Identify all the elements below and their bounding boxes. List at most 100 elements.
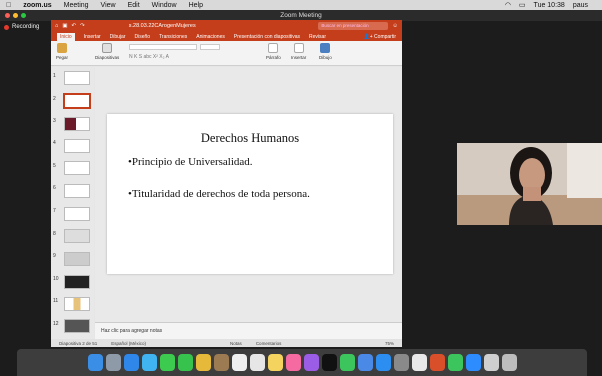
slide-thumbnail[interactable] [64, 319, 90, 333]
launchpad-icon[interactable] [105, 354, 121, 371]
calendar-icon[interactable] [231, 354, 247, 371]
menu-meeting[interactable]: Meeting [64, 2, 89, 9]
status-area: ◠ ▭ Tue 10:38 paus [505, 1, 596, 10]
share-button[interactable]: 👤+ Compartir [364, 34, 397, 40]
contacts-icon[interactable] [213, 354, 229, 371]
menu-window[interactable]: Window [152, 2, 177, 9]
participant-video-image [457, 143, 602, 225]
notes-app-icon[interactable] [267, 354, 283, 371]
battery-icon[interactable]: ▭ [519, 1, 526, 9]
search-input[interactable]: Buscar en presentación [318, 22, 389, 30]
photos-icon[interactable] [195, 354, 211, 371]
home-icon[interactable]: ⌂ [55, 23, 58, 29]
tab-transiciones[interactable]: Transiciones [159, 34, 187, 40]
paragraph-label: Párrafo [266, 55, 281, 60]
messages-icon[interactable] [159, 354, 175, 371]
font-name-field[interactable] [129, 44, 197, 50]
zoom-window-button[interactable] [21, 13, 26, 18]
recording-label: Recording [12, 24, 40, 30]
slide-title[interactable]: Derechos Humanos [107, 131, 393, 146]
slide-thumbnail[interactable] [64, 117, 90, 131]
zoom-icon[interactable] [465, 354, 481, 371]
safari-icon[interactable] [123, 354, 139, 371]
thumb-number: 2 [53, 96, 56, 102]
ppt-statusbar: Diapositiva 2 de 51 Español (México) Not… [51, 339, 402, 347]
language-indicator[interactable]: Español (México) [111, 341, 146, 346]
macos-dock [17, 349, 587, 376]
thumb-number: 5 [53, 163, 56, 169]
font-size-field[interactable] [200, 44, 220, 50]
music-icon[interactable] [285, 354, 301, 371]
tab-insertar[interactable]: Insertar [84, 34, 101, 40]
app-store-icon[interactable] [375, 354, 391, 371]
powerpoint-icon[interactable] [429, 354, 445, 371]
paste-label: Pegar [56, 55, 69, 60]
slides-button[interactable]: Diapositivas [95, 43, 119, 60]
spotify-icon[interactable] [447, 354, 463, 371]
menubar-user[interactable]: paus [573, 2, 588, 9]
ribbon-toolbar: Pegar Diapositivas N K S abc X² X₂ A Pár… [51, 41, 402, 66]
notes-button[interactable]: Notas [230, 341, 242, 346]
draw-label: Dibujo [319, 55, 332, 60]
tab-dibujar[interactable]: Dibujar [110, 34, 126, 40]
tab-inicio[interactable]: Inicio [57, 32, 75, 41]
apple-icon[interactable]:  [6, 2, 11, 9]
reminders-icon[interactable] [249, 354, 265, 371]
slide-thumbnail-panel: 1 2 3 4 5 6 7 8 9 10 11 12 [51, 67, 94, 339]
menu-help[interactable]: Help [189, 2, 203, 9]
redo-icon[interactable]: ↷ [80, 23, 85, 29]
minimize-window-button[interactable] [13, 13, 18, 18]
trash-icon[interactable] [501, 354, 517, 371]
tab-revisar[interactable]: Revisar [309, 34, 326, 40]
notes-field[interactable]: Haz clic para agregar notas [95, 322, 402, 339]
finder-icon[interactable] [87, 354, 103, 371]
slide-thumbnail[interactable] [64, 139, 90, 153]
smiley-icon[interactable]: ☺ [392, 23, 398, 29]
chrome-icon[interactable] [411, 354, 427, 371]
ppt-titlebar: ⌂ ▣ ↶ ↷ s.28.03.22CArogenMujeres Buscar … [51, 20, 402, 32]
tab-diseno[interactable]: Diseño [134, 34, 150, 40]
thumb-number: 4 [53, 140, 56, 146]
close-window-button[interactable] [5, 13, 10, 18]
wifi-icon[interactable]: ◠ [505, 1, 511, 9]
save-icon[interactable]: ▣ [62, 23, 67, 29]
comments-button[interactable]: Comentarios [256, 341, 282, 346]
slide-thumbnail[interactable] [64, 161, 90, 175]
slide-bullet[interactable]: •Titularidad de derechos de toda persona… [128, 188, 310, 200]
insert-button[interactable]: Insertar [291, 43, 306, 60]
tab-animaciones[interactable]: Animaciones [196, 34, 225, 40]
undo-icon[interactable]: ↶ [72, 23, 77, 29]
font-format-buttons[interactable]: N K S abc X² X₂ A [129, 54, 220, 60]
downloads-icon[interactable] [483, 354, 499, 371]
thumb-number: 8 [53, 231, 56, 237]
system-preferences-icon[interactable] [393, 354, 409, 371]
powerpoint-window: ⌂ ▣ ↶ ↷ s.28.03.22CArogenMujeres Buscar … [51, 20, 402, 347]
slide-thumbnail[interactable] [64, 252, 90, 266]
app-menu[interactable]: zoom.us [23, 2, 51, 9]
current-slide[interactable]: Derechos Humanos •Principio de Universal… [107, 114, 393, 274]
tab-presentacion[interactable]: Presentación con diapositivas [234, 34, 300, 40]
slide-thumbnail[interactable] [64, 184, 90, 198]
slide-thumbnail[interactable] [64, 297, 90, 311]
menu-edit[interactable]: Edit [128, 2, 140, 9]
draw-button[interactable]: Dibujo [319, 43, 332, 60]
podcasts-icon[interactable] [303, 354, 319, 371]
slide-thumbnail-selected[interactable] [63, 93, 91, 109]
mail-icon[interactable] [141, 354, 157, 371]
zoom-level[interactable]: 75% [385, 341, 394, 346]
paragraph-button[interactable]: Párrafo [266, 43, 281, 60]
participant-video[interactable] [457, 143, 602, 225]
slide-thumbnail[interactable] [64, 207, 90, 221]
slide-thumbnail[interactable] [64, 275, 90, 289]
slide-thumbnail[interactable] [64, 71, 90, 85]
slide-bullet[interactable]: •Principio de Universalidad. [128, 156, 253, 168]
paste-button[interactable]: Pegar [56, 43, 68, 60]
slide-thumbnail[interactable] [64, 229, 90, 243]
keynote-icon[interactable] [357, 354, 373, 371]
menu-view[interactable]: View [101, 2, 116, 9]
numbers-icon[interactable] [339, 354, 355, 371]
apple-tv-icon[interactable] [321, 354, 337, 371]
ribbon-tabs: Inicio Insertar Dibujar Diseño Transicio… [51, 32, 402, 41]
facetime-icon[interactable] [177, 354, 193, 371]
menubar-clock[interactable]: Tue 10:38 [534, 2, 565, 9]
